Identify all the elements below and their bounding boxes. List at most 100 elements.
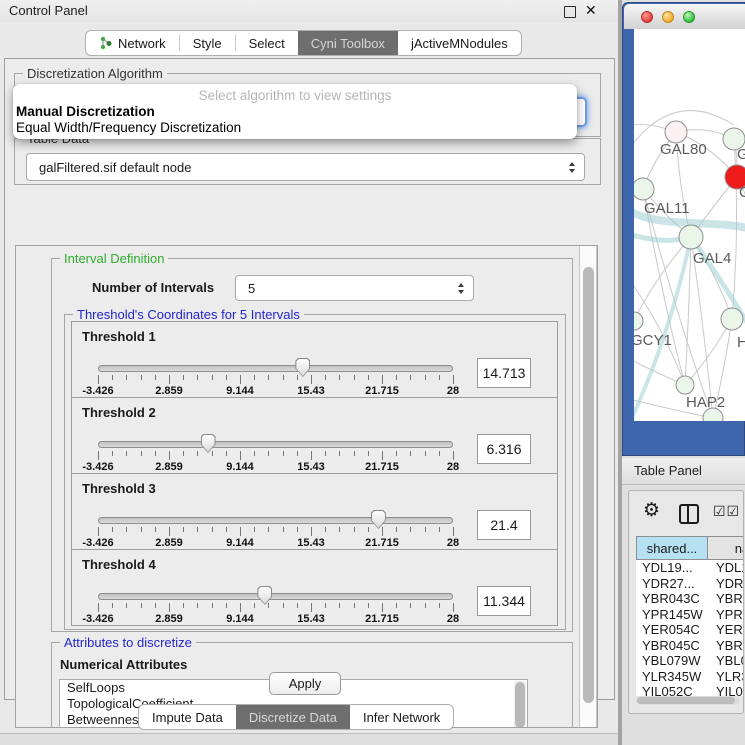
- threshold-value-field[interactable]: 11.344: [477, 586, 531, 616]
- slider-tick-label: 28: [447, 461, 459, 473]
- slider-track[interactable]: [98, 441, 453, 448]
- slider-thumb[interactable]: [295, 358, 310, 377]
- slider-track[interactable]: [98, 365, 453, 372]
- close-icon[interactable]: ✕: [585, 2, 597, 19]
- slider-thumb[interactable]: [257, 586, 272, 605]
- float-window-icon[interactable]: [564, 6, 576, 18]
- panel-title: Control Panel: [9, 3, 88, 18]
- table-horizontal-scrollbar[interactable]: [636, 696, 739, 705]
- table-row[interactable]: YLR345WYLR34: [636, 669, 744, 685]
- slider-tick: [325, 527, 326, 532]
- slider-tick-label: 21.715: [365, 537, 399, 549]
- close-traffic-light[interactable]: [641, 11, 653, 23]
- slider-tick: [396, 603, 397, 608]
- network-node[interactable]: [676, 376, 694, 394]
- minimize-traffic-light[interactable]: [662, 11, 674, 23]
- table-column-header-name[interactable]: name: [707, 536, 744, 560]
- tab-infer-network[interactable]: Infer Network: [350, 705, 453, 729]
- viewport-scrollbar-track[interactable]: [579, 246, 597, 727]
- slider-tick: [382, 451, 383, 460]
- slider-tick-label: 28: [447, 385, 459, 397]
- zoom-traffic-light[interactable]: [683, 11, 695, 23]
- slider-tick: [141, 451, 142, 456]
- table-row[interactable]: YPR145WYPR14: [636, 607, 744, 623]
- table-cell-name: YBR04: [708, 638, 744, 654]
- popup-item-2[interactable]: Equal Width/Frequency Discretization: [16, 120, 241, 135]
- checkboxes-icon[interactable]: ☑☑: [713, 503, 740, 520]
- table-cell-name: YDR27: [708, 576, 744, 592]
- slider-tick: [112, 527, 113, 532]
- attributes-scrollbar-thumb[interactable]: [515, 682, 525, 728]
- slider-thumb[interactable]: [371, 510, 386, 529]
- table-cell-name: YIL05: [708, 684, 744, 696]
- table-row[interactable]: YER054CYER05: [636, 622, 744, 638]
- control-panel-window: Control Panel ✕ NetworkStyleSelectCyni T…: [0, 0, 619, 734]
- slider-tick: [425, 451, 426, 456]
- algorithm-group-title: Discretization Algorithm: [23, 66, 167, 81]
- slider-tick-label: 2.859: [155, 537, 183, 549]
- slider-tick: [226, 527, 227, 532]
- slider-tick: [382, 375, 383, 384]
- slider-tick-label: 9.144: [226, 537, 254, 549]
- network-node[interactable]: [634, 178, 654, 200]
- slider-track[interactable]: [98, 593, 453, 600]
- slider-tick-label: -3.426: [82, 613, 113, 625]
- tab-impute-data[interactable]: Impute Data: [139, 705, 236, 729]
- slider-tick: [141, 603, 142, 608]
- table-row[interactable]: YIL052CYIL05: [636, 684, 744, 696]
- table-hscrollbar-thumb[interactable]: [637, 697, 735, 704]
- tab-label: Discretize Data: [249, 710, 337, 725]
- slider-tick: [410, 603, 411, 608]
- number-of-intervals-combobox[interactable]: 5: [235, 275, 474, 301]
- threshold-value-field[interactable]: 6.316: [477, 434, 531, 464]
- table-row[interactable]: YBR045CYBR04: [636, 638, 744, 654]
- slider-tick: [197, 527, 198, 532]
- slider-tick: [453, 603, 454, 612]
- gear-icon[interactable]: ⚙: [643, 499, 660, 522]
- slider-thumb[interactable]: [201, 434, 216, 453]
- popup-item-1[interactable]: Manual Discretization: [16, 104, 155, 119]
- table-column-header-shared[interactable]: shared...: [636, 536, 708, 560]
- slider-tick: [169, 527, 170, 536]
- apply-button[interactable]: Apply: [269, 672, 341, 695]
- tab-network[interactable]: Network: [86, 31, 179, 55]
- table-data-combobox[interactable]: galFiltered.sif default node: [26, 153, 585, 181]
- combo-stepper-icon[interactable]: [458, 283, 464, 294]
- slider-tick: [169, 603, 170, 612]
- network-canvas[interactable]: GAL80GACGAL11GAL4GCY1HAHAP2: [634, 29, 745, 421]
- network-node[interactable]: [679, 225, 703, 249]
- threshold-value-field[interactable]: 14.713: [477, 358, 531, 388]
- slider-tick-label: 15.43: [297, 537, 325, 549]
- tab-select[interactable]: Select: [236, 31, 298, 55]
- table-row[interactable]: YBL079WYBL07: [636, 653, 744, 669]
- slider-tick: [368, 603, 369, 608]
- slider-tick-label: 15.43: [297, 613, 325, 625]
- slider-tick: [311, 375, 312, 384]
- slider-tick: [283, 451, 284, 456]
- table-row[interactable]: YDR27...YDR27: [636, 576, 744, 592]
- combo-stepper-icon[interactable]: [569, 162, 575, 173]
- network-node[interactable]: [665, 121, 687, 143]
- viewport-scrollbar-thumb[interactable]: [583, 267, 594, 703]
- network-node[interactable]: [721, 308, 743, 330]
- thresholds-groupbox: Threshold's Coordinates for 5 Intervals …: [64, 314, 566, 630]
- slider-track[interactable]: [98, 517, 453, 524]
- table-row[interactable]: YBR043CYBR04: [636, 591, 744, 607]
- table-cell-shared: YDL19...: [636, 560, 708, 576]
- table-row[interactable]: YDL19...YDL19: [636, 560, 744, 576]
- columns-icon[interactable]: [679, 504, 699, 524]
- tab-cyni-toolbox[interactable]: Cyni Toolbox: [298, 31, 398, 55]
- tab-discretize-data[interactable]: Discretize Data: [236, 705, 350, 729]
- number-of-intervals-label: Number of Intervals: [92, 280, 214, 295]
- tab-jactivemnodules[interactable]: jActiveMNodules: [398, 31, 521, 55]
- attributes-list-scrollbar[interactable]: [514, 681, 526, 728]
- slider-tick: [297, 527, 298, 532]
- tab-style[interactable]: Style: [180, 31, 235, 55]
- network-node[interactable]: [634, 312, 643, 330]
- slider-tick: [354, 603, 355, 608]
- slider-tick-label: -3.426: [82, 385, 113, 397]
- slider-tick: [212, 603, 213, 608]
- slider-tick: [325, 451, 326, 456]
- threshold-value-field[interactable]: 21.4: [477, 510, 531, 540]
- slider-tick: [212, 527, 213, 532]
